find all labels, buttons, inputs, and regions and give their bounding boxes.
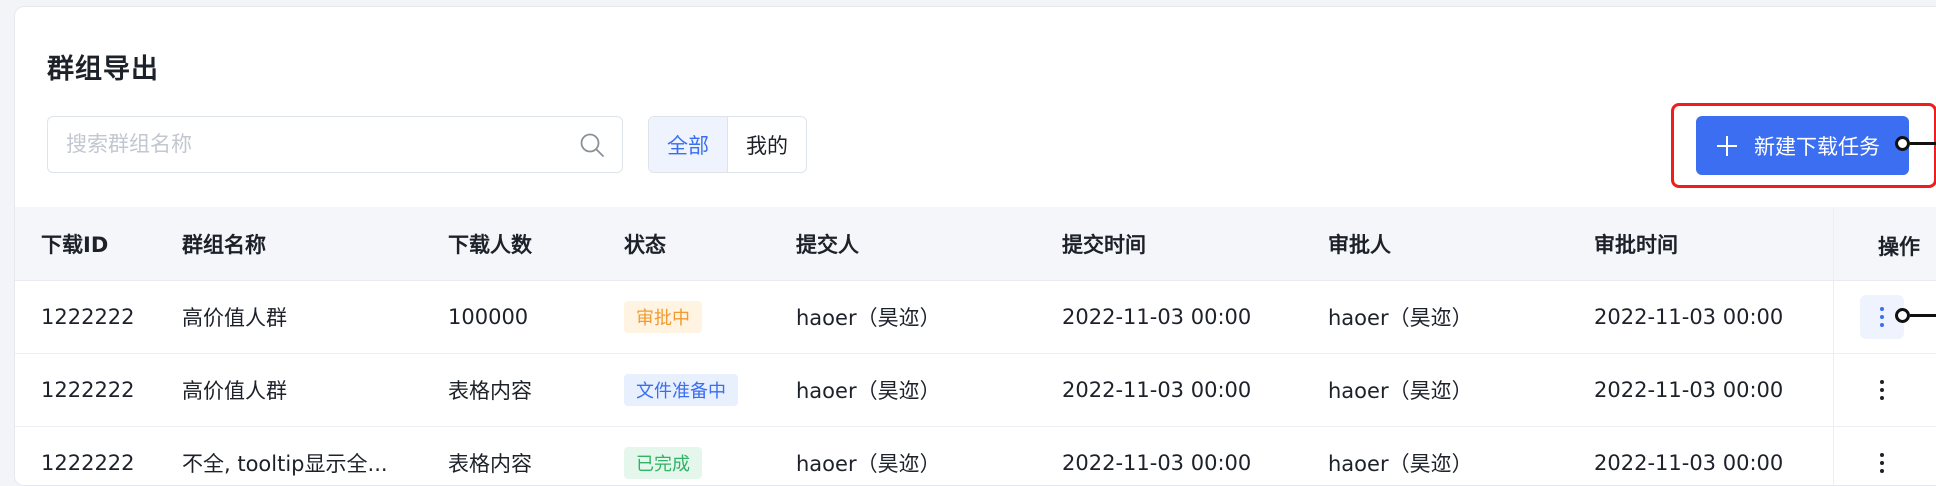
more-actions-button[interactable] (1860, 441, 1904, 485)
col-status: 状态 (624, 232, 666, 257)
connector-line (1910, 142, 1936, 145)
cell-group-name: 高价值人群 (182, 379, 287, 403)
cell-status: 审批中 (624, 301, 702, 333)
cell-approver: haoer（昊迩） (1328, 452, 1473, 476)
connector-line (1910, 314, 1936, 317)
search-input[interactable] (66, 117, 546, 171)
col-approve-time: 审批时间 (1594, 232, 1678, 257)
cell-download-count: 表格内容 (448, 379, 532, 403)
table-row[interactable]: 1222222 高价值人群 100000 审批中 haoer（昊迩） 2022-… (15, 281, 1936, 354)
cell-download-id: 1222222 (41, 305, 135, 329)
op-cell (1833, 427, 1936, 485)
cell-approve-time: 2022-11-03 00:00 (1594, 378, 1784, 402)
filter-all[interactable]: 全部 (649, 117, 728, 172)
col-download-id: 下载ID (41, 232, 109, 257)
cell-submit-time: 2022-11-03 00:00 (1062, 305, 1252, 329)
plus-icon (1717, 135, 1737, 156)
cell-submitter: haoer（昊迩） (796, 379, 941, 403)
cell-download-id: 1222222 (41, 378, 135, 402)
export-table: 下载ID 群组名称 下载人数 状态 提交人 提交时间 审批人 审批时间 操作 1… (15, 207, 1936, 485)
cell-submitter: haoer（昊迩） (796, 452, 941, 476)
cell-submit-time: 2022-11-03 00:00 (1062, 378, 1252, 402)
table-row[interactable]: 1222222 不全, tooltip显示全... 表格内容 已完成 haoer… (15, 427, 1936, 485)
new-download-task-button[interactable]: 新建下载任务 (1696, 116, 1909, 175)
annotation-connector-2 (1895, 308, 1936, 323)
cell-download-count: 表格内容 (448, 452, 532, 476)
cell-group-name: 高价值人群 (182, 306, 287, 330)
cell-download-id: 1222222 (41, 451, 135, 475)
cell-status: 文件准备中 (624, 374, 738, 406)
search-box[interactable] (47, 116, 623, 173)
col-download-count: 下载人数 (448, 232, 532, 257)
op-cell (1833, 354, 1936, 426)
col-approver: 审批人 (1328, 232, 1391, 257)
more-vertical-icon (1880, 453, 1884, 473)
col-actions: 操作 (1878, 235, 1920, 259)
filter-mine[interactable]: 我的 (728, 117, 806, 172)
scope-filter: 全部 我的 (648, 116, 807, 173)
more-actions-button[interactable] (1860, 368, 1904, 412)
col-submitter: 提交人 (796, 232, 859, 257)
table-header: 下载ID 群组名称 下载人数 状态 提交人 提交时间 审批人 审批时间 操作 (15, 207, 1936, 281)
more-vertical-icon (1880, 307, 1884, 327)
status-badge: 审批中 (624, 301, 702, 333)
cell-approver: haoer（昊迩） (1328, 306, 1473, 330)
col-group-name: 群组名称 (182, 232, 266, 257)
cell-group-name: 不全, tooltip显示全... (182, 452, 388, 476)
annotation-connector (1895, 136, 1936, 151)
search-icon[interactable] (578, 131, 606, 159)
table-row[interactable]: 1222222 高价值人群 表格内容 文件准备中 haoer（昊迩） 2022-… (15, 354, 1936, 427)
cell-submitter: haoer（昊迩） (796, 306, 941, 330)
op-column-header: 操作 (1833, 207, 1936, 280)
connector-dot (1895, 308, 1910, 323)
cell-approver: haoer（昊迩） (1328, 379, 1473, 403)
status-badge: 文件准备中 (624, 374, 738, 406)
cell-approve-time: 2022-11-03 00:00 (1594, 305, 1784, 329)
cell-status: 已完成 (624, 447, 702, 479)
page-title: 群组导出 (47, 54, 159, 85)
cell-approve-time: 2022-11-03 00:00 (1594, 451, 1784, 475)
col-submit-time: 提交时间 (1062, 232, 1146, 257)
connector-dot (1895, 136, 1910, 151)
more-vertical-icon (1880, 380, 1884, 400)
cell-submit-time: 2022-11-03 00:00 (1062, 451, 1252, 475)
cell-download-count: 100000 (448, 305, 529, 329)
export-card: 群组导出 全部 我的 新建下载任务 下载ID 群组名称 下载人数 状态 提交人 … (14, 6, 1936, 486)
new-download-task-label: 新建下载任务 (1754, 134, 1880, 159)
status-badge: 已完成 (624, 447, 702, 479)
